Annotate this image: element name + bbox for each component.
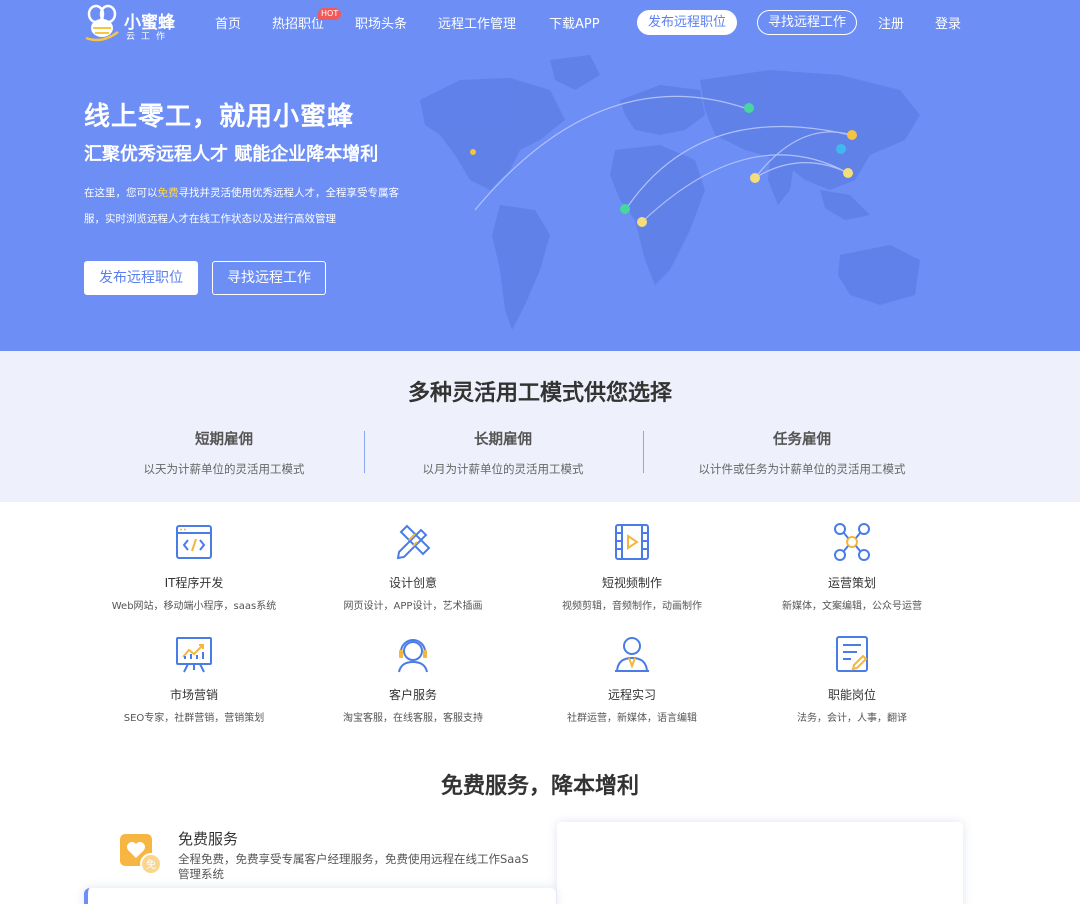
intern-icon — [615, 637, 649, 672]
service-desc: SEO专家，社群营销，营销策划 — [123, 713, 265, 724]
nav-find-job-button[interactable]: 寻找远程工作 — [757, 10, 857, 35]
hero-post-job-button[interactable]: 发布远程职位 — [84, 261, 198, 295]
nav-remote-management[interactable]: 远程工作管理 — [438, 13, 516, 32]
service-functional[interactable]: 职能岗位 法务，会计，人事，翻译 — [732, 634, 972, 724]
pencil-ruler-icon — [396, 524, 431, 560]
top-navbar: 小蜜蜂 云工作 首页 热招职位 HOT 职场头条 远程工作管理 下载APP 发布… — [0, 0, 1080, 46]
headset-icon — [398, 639, 428, 673]
free-service-preview-panel — [557, 822, 963, 904]
service-title: 市场营销 — [169, 688, 218, 702]
mode-title: 长期雇佣 — [474, 432, 532, 448]
logo[interactable]: 小蜜蜂 云工作 — [84, 4, 194, 42]
hero-find-job-button[interactable]: 寻找远程工作 — [212, 261, 326, 295]
nav-home[interactable]: 首页 — [215, 13, 241, 32]
mode-long-term[interactable]: 长期雇佣 以月为计薪单位的灵活用工模式 — [363, 428, 643, 477]
hero-title: 线上零工，就用小蜜蜂 — [84, 102, 355, 132]
nav-workplace-news[interactable]: 职场头条 — [355, 13, 407, 32]
service-it-development[interactable]: IT程序开发 Web网站，移动端小程序，saas系统 — [74, 522, 314, 612]
mode-desc: 以月为计薪单位的灵活用工模式 — [422, 462, 584, 476]
film-icon — [615, 524, 649, 560]
mode-title: 任务雇佣 — [773, 432, 831, 448]
mode-short-term[interactable]: 短期雇佣 以天为计薪单位的灵活用工模式 — [84, 428, 364, 477]
service-internship[interactable]: 远程实习 社群运营，新媒体，语言编辑 — [512, 634, 752, 724]
service-short-video[interactable]: 短视频制作 视频剪辑，音频制作，动画制作 — [512, 522, 752, 612]
nav-register[interactable]: 注册 — [878, 13, 904, 32]
logo-subtitle: 云工作 — [126, 32, 172, 42]
service-title: 职能岗位 — [827, 688, 876, 702]
hero-description: 在这里，您可以免费寻找并灵活使用优秀远程人才，全程享受专属客服，实时浏览远程人才… — [84, 180, 404, 232]
service-title: IT程序开发 — [164, 576, 224, 590]
hero-subtitle: 汇聚优秀远程人才 赋能企业降本增利 — [84, 144, 379, 165]
network-icon — [834, 523, 870, 561]
modes-title: 多种灵活用工模式供您选择 — [407, 381, 672, 406]
service-customer[interactable]: 客户服务 淘宝客服，在线客服，客服支持 — [293, 634, 533, 724]
code-window-icon — [176, 525, 212, 559]
service-title: 客户服务 — [388, 688, 437, 702]
free-service-item-title: 免费服务 — [178, 830, 239, 848]
mode-divider — [643, 431, 644, 473]
mode-desc: 以计件或任务为计薪单位的灵活用工模式 — [698, 462, 906, 476]
world-map-illustration — [420, 55, 920, 330]
service-desc: 社群运营，新媒体，语言编辑 — [567, 713, 697, 724]
bee-logo-icon — [85, 4, 119, 42]
mode-title: 短期雇佣 — [195, 432, 253, 448]
service-desc: 网页设计，APP设计，艺术插画 — [343, 601, 483, 612]
nav-login[interactable]: 登录 — [935, 13, 961, 32]
service-operations[interactable]: 运营策划 新媒体，文案编辑，公众号运营 — [732, 522, 972, 612]
free-service-item-desc: 全程免费，免费享受专属客户经理服务，免费使用远程在线工作SaaS管理系统 — [178, 852, 529, 881]
service-title: 短视频制作 — [601, 576, 662, 590]
service-desc: Web网站，移动端小程序，saas系统 — [111, 601, 277, 612]
mode-desc: 以天为计薪单位的灵活用工模式 — [143, 462, 305, 476]
service-design[interactable]: 设计创意 网页设计，APP设计，艺术插画 — [293, 522, 533, 612]
free-service-card[interactable] — [84, 888, 556, 904]
free-heart-icon: 免 — [120, 834, 162, 875]
hero-banner: 小蜜蜂 云工作 首页 热招职位 HOT 职场头条 远程工作管理 下载APP 发布… — [0, 0, 1080, 351]
nav-hot-jobs[interactable]: 热招职位 — [272, 13, 324, 32]
service-title: 远程实习 — [607, 688, 656, 702]
hero-desc-highlight: 免费 — [157, 187, 179, 199]
chart-board-icon — [176, 637, 212, 673]
service-desc: 淘宝客服，在线客服，客服支持 — [343, 713, 483, 724]
nav-download-app[interactable]: 下载APP — [549, 13, 600, 32]
service-marketing[interactable]: 市场营销 SEO专家，社群营销，营销策划 — [74, 634, 314, 724]
nav-post-job-button[interactable]: 发布远程职位 — [637, 10, 737, 35]
free-service-title: 免费服务，降本增利 — [440, 774, 639, 799]
hot-badge: HOT — [318, 8, 342, 20]
service-desc: 法务，会计，人事，翻译 — [797, 713, 907, 724]
mode-task-based[interactable]: 任务雇佣 以计件或任务为计薪单位的灵活用工模式 — [662, 428, 942, 477]
free-badge-char: 免 — [146, 858, 156, 871]
service-desc: 新媒体，文案编辑，公众号运营 — [782, 601, 922, 612]
employment-modes-section: 多种灵活用工模式供您选择 短期雇佣 以天为计薪单位的灵活用工模式 长期雇佣 以月… — [0, 351, 1080, 502]
hero-desc-prefix: 在这里，您可以 — [84, 187, 158, 199]
service-desc: 视频剪辑，音频制作，动画制作 — [562, 601, 702, 612]
service-title: 设计创意 — [388, 576, 437, 590]
document-pen-icon — [836, 636, 868, 672]
service-title: 运营策划 — [827, 576, 876, 590]
